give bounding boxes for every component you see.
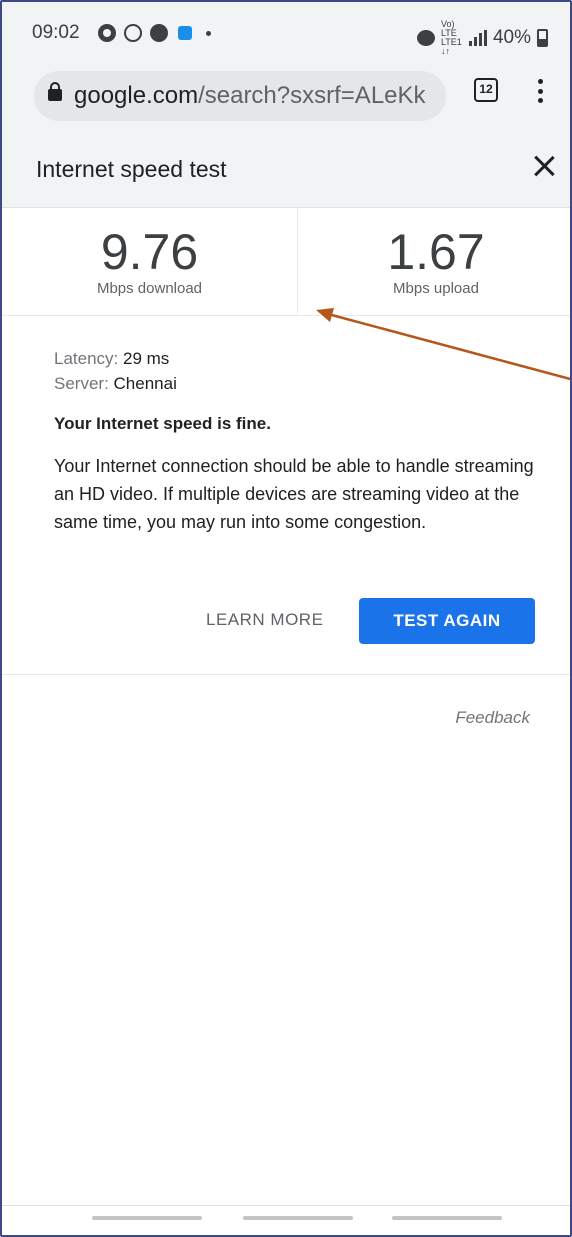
tab-switcher-button[interactable]: 12 — [474, 78, 498, 102]
nav-recents-indicator[interactable] — [92, 1216, 202, 1220]
latency-line: Latency: 29 ms — [54, 346, 554, 371]
url-domain: google.com — [74, 82, 199, 109]
close-icon[interactable] — [532, 154, 556, 178]
url-path: /search?sxsrf=ALeKk — [198, 82, 426, 109]
chrome-icon — [98, 24, 116, 42]
overflow-menu-icon[interactable] — [532, 76, 548, 106]
download-metric: 9.76 Mbps download — [2, 208, 298, 316]
speed-verdict: Your Internet speed is fine. — [54, 414, 271, 433]
nav-back-indicator[interactable] — [392, 1216, 502, 1220]
status-bar: 09:02 Vo) LTE LTE1 ↓↑ 40% — [2, 2, 570, 64]
volte-indicator: Vo) LTE LTE1 ↓↑ — [440, 19, 462, 56]
status-time: 09:02 — [32, 22, 80, 43]
bag-icon — [178, 26, 192, 40]
dot-icon — [206, 30, 211, 36]
card-actions: LEARN MORE TEST AGAIN — [2, 598, 570, 646]
latency-label: Latency: — [54, 349, 123, 368]
system-nav-bar — [2, 1205, 570, 1235]
upload-value: 1.67 — [387, 224, 485, 280]
upload-label: Mbps upload — [393, 280, 479, 297]
notification-icons — [98, 22, 211, 44]
annotation-arrow-head — [316, 308, 334, 322]
jio-icon — [150, 24, 168, 42]
battery-percent: 40% — [492, 27, 531, 48]
test-again-button[interactable]: TEST AGAIN — [359, 598, 535, 644]
battery-icon — [537, 29, 548, 47]
server-line: Server: Chennai — [54, 371, 554, 396]
url-text[interactable]: google.com/search?sxsrf=ALeKk — [74, 82, 426, 110]
server-value: Chennai — [113, 374, 177, 393]
feedback-link[interactable]: Feedback — [455, 708, 530, 728]
speed-metrics: 9.76 Mbps download 1.67 Mbps upload — [2, 208, 570, 316]
learn-more-button[interactable]: LEARN MORE — [206, 610, 323, 630]
download-label: Mbps download — [96, 280, 203, 297]
browser-toolbar: google.com/search?sxsrf=ALeKk 12 — [2, 64, 570, 130]
card-header: Internet speed test — [2, 130, 570, 208]
server-label: Server: — [54, 374, 114, 393]
whatsapp-icon — [124, 24, 142, 42]
speed-description: Your Internet connection should be able … — [54, 456, 534, 532]
speed-details: Latency: 29 ms Server: Chennai Your Inte… — [54, 346, 554, 536]
screen-frame: 09:02 Vo) LTE LTE1 ↓↑ 40% google.com/sea… — [0, 0, 572, 1237]
nav-home-indicator[interactable] — [243, 1216, 353, 1220]
system-icons: Vo) LTE LTE1 ↓↑ 40% — [416, 19, 548, 56]
card-title: Internet speed test — [36, 156, 227, 182]
signal-icon — [468, 30, 487, 46]
latency-value: 29 ms — [123, 349, 170, 368]
card-divider — [2, 674, 570, 675]
upload-metric: 1.67 Mbps upload — [298, 208, 570, 316]
download-value: 9.76 — [100, 224, 199, 280]
alarm-icon — [416, 30, 435, 46]
lock-icon[interactable] — [48, 82, 62, 101]
address-bar[interactable]: google.com/search?sxsrf=ALeKk — [34, 71, 446, 121]
